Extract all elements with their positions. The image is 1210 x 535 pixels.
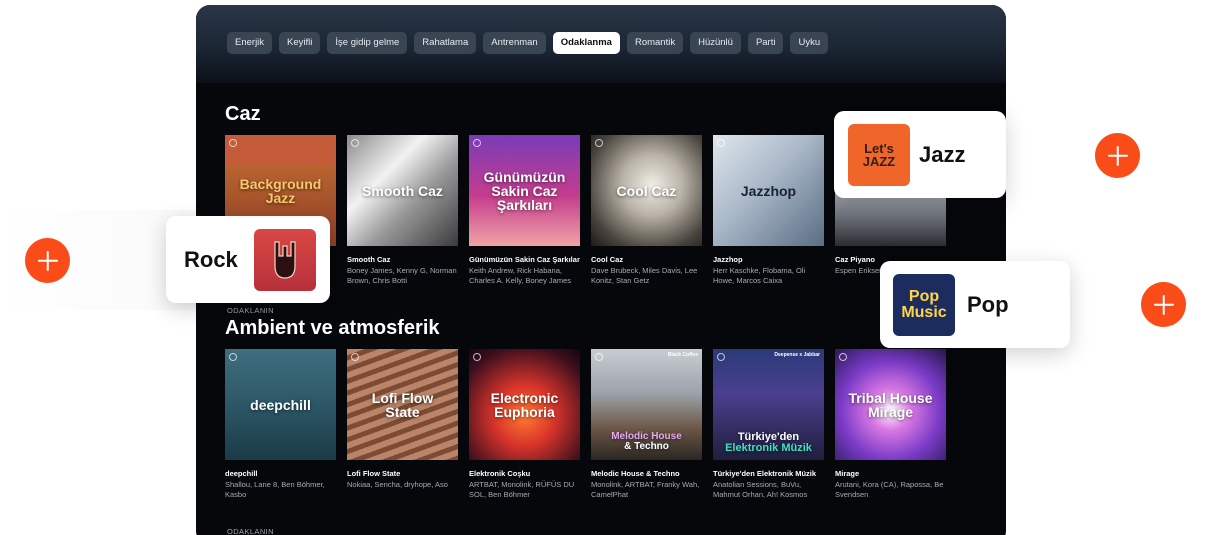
playlist-cover: Günümüzün Sakin Caz Şarkıları (469, 135, 580, 246)
cover-text: Lofi Flow State (371, 389, 434, 420)
genre-card-pop[interactable]: Pop Music Pop (880, 261, 1070, 348)
chip-keyifli[interactable]: Keyifli (279, 32, 321, 54)
cover-text: Günümüzün Sakin Caz Şarkıları (483, 168, 566, 213)
playlist-title: Smooth Caz (347, 255, 391, 264)
cover-text: Cool Caz (616, 182, 677, 199)
rock-hand-icon (274, 240, 296, 279)
playlist-cover: Tribal House Mirage (835, 349, 946, 460)
jazz-thumbnail-text: Let's JAZZ (862, 140, 896, 169)
playlist-artists: Anatolian Sessions, BuVu, Mahmut Orhan, … (713, 480, 808, 500)
playlist-title: Türkiye'den Elektronik Müzik (713, 469, 817, 478)
spotify-icon (229, 353, 237, 361)
playlist-title: Mirage (835, 469, 860, 478)
playlist-cover: Black Coffee Melodic House & Techno (591, 349, 702, 460)
playlist-cover: Jazzhop (713, 135, 824, 246)
playlist-artists: Nokiaa, Sencha, dryhope, Aso (347, 480, 448, 489)
playlist-cover: Electronic Euphoria (469, 349, 580, 460)
genre-card-rock[interactable]: Rock (166, 216, 330, 303)
add-jazz-button[interactable] (1095, 133, 1140, 178)
playlist-card[interactable]: Jazzhop Jazzhop Herr Kaschke, Flobama, O… (713, 135, 824, 286)
playlist-cover: Lofi Flow State (347, 349, 458, 460)
cover-text-line2: Elektronik Müzik (725, 442, 812, 454)
chip-odaklanma[interactable]: Odaklanma (552, 32, 620, 54)
playlist-artists: Dave Brubeck, Miles Davis, Lee Konitz, S… (591, 266, 698, 286)
playlist-artists: Herr Kaschke, Flobama, Oli Howe, Marcos … (713, 266, 806, 286)
playlist-card[interactable]: Lofi Flow State Lofi Flow State Nokiaa, … (347, 349, 458, 500)
genre-label-pop: Pop (967, 291, 1009, 317)
mood-filter-bar: Enerjik Keyifli İşe gidip gelme Rahatlam… (196, 5, 1006, 83)
cover-text: Tribal House Mirage (848, 389, 933, 420)
genre-label-rock: Rock (184, 246, 238, 272)
playlist-artists: Monolink, ARTBAT, Franky Wah, CamelPhat (591, 480, 700, 500)
playlist-title: Lofi Flow State (347, 469, 401, 478)
cover-text: Melodic House & Techno (605, 432, 688, 452)
spotify-icon (473, 353, 481, 361)
spotify-icon (229, 139, 237, 147)
playlist-card[interactable]: Smooth Caz Smooth Caz Boney James, Kenny… (347, 135, 458, 286)
jazz-thumbnail: Let's JAZZ (848, 123, 910, 186)
playlist-cover: deepchill (225, 349, 336, 460)
playlist-card[interactable]: deepchill deepchill Shallou, Lane 8, Ben… (225, 349, 336, 500)
chip-huzunlu[interactable]: Hüzünlü (690, 32, 741, 54)
cover-text: Jazzhop (740, 182, 797, 199)
add-pop-button[interactable] (1141, 282, 1186, 327)
playlist-artists: ARTBAT, Monolink, RÜFÜS DU SOL, Ben Böhm… (469, 480, 575, 500)
playlist-card[interactable]: Cool Caz Cool Caz Dave Brubeck, Miles Da… (591, 135, 702, 286)
cover-badge: Black Coffee (667, 352, 698, 358)
playlist-title: Melodic House & Techno (591, 469, 680, 478)
spotify-icon (473, 139, 481, 147)
cover-text: Electronic Euphoria (490, 389, 559, 420)
section-title-ambient: Ambient ve atmosferik (225, 317, 440, 339)
playlist-card[interactable]: Günümüzün Sakin Caz Şarkıları Günümüzün … (469, 135, 580, 286)
playlist-cover: Smooth Caz (347, 135, 458, 246)
cover-text: Background Jazz (239, 175, 322, 206)
playlist-artists: Arutani, Kora (CA), Rapossa, Be Svendsen (835, 480, 944, 500)
mood-chips: Enerjik Keyifli İşe gidip gelme Rahatlam… (227, 32, 829, 54)
playlist-card[interactable]: Electronic Euphoria Elektronik Coşku ART… (469, 349, 580, 500)
playlist-artists: Shallou, Lane 8, Ben Böhmer, Kasbo (225, 480, 325, 500)
spotify-icon (717, 139, 725, 147)
add-rock-button[interactable] (25, 238, 70, 283)
spotify-icon (351, 353, 359, 361)
chip-uyku[interactable]: Uyku (790, 32, 829, 54)
rock-thumbnail (254, 228, 316, 291)
playlist-title: Elektronik Coşku (469, 469, 531, 478)
cover-text-line2: & Techno (624, 441, 669, 452)
section-kicker-bottom: ODAKLANIN (227, 527, 274, 535)
chip-rahatlama[interactable]: Rahatlama (414, 32, 477, 54)
playlist-card[interactable]: Black Coffee Melodic House & Techno Melodi… (591, 349, 702, 500)
playlist-card[interactable]: Tribal House Mirage Mirage Arutani, Kora… (835, 349, 946, 500)
playlist-artists: Boney James, Kenny G, Norman Brown, Chri… (347, 266, 457, 286)
pop-thumbnail-text: Pop Music (901, 287, 947, 321)
spotify-icon (351, 139, 359, 147)
genre-card-jazz[interactable]: Let's JAZZ Jazz (834, 111, 1006, 198)
ambient-playlist-row: deepchill deepchill Shallou, Lane 8, Ben… (225, 349, 946, 500)
genre-label-jazz: Jazz (919, 141, 966, 167)
spotify-icon (595, 353, 603, 361)
spotify-icon (717, 353, 725, 361)
playlist-title: Cool Caz (591, 255, 624, 264)
cover-text: Smooth Caz (362, 182, 443, 199)
chip-enerjik[interactable]: Enerjik (227, 32, 273, 54)
playlist-title: deepchill (225, 469, 258, 478)
playlist-artists: Keith Andrew, Rick Habana, Charles A. Ke… (469, 266, 571, 286)
chip-ise-gidip-gelme[interactable]: İşe gidip gelme (327, 32, 408, 54)
pop-thumbnail: Pop Music (893, 273, 955, 336)
section-kicker: ODAKLANIN (227, 306, 274, 315)
chip-romantik[interactable]: Romantik (626, 32, 684, 54)
section-title-caz: Caz (225, 103, 261, 125)
spotify-icon (839, 353, 847, 361)
chip-parti[interactable]: Parti (747, 32, 784, 54)
playlist-title: Günümüzün Sakin Caz Şarkıları (469, 255, 580, 264)
playlist-cover: Deepense x Jabbar Türkiye'den Elektronik M… (713, 349, 824, 460)
playlist-card[interactable]: Deepense x Jabbar Türkiye'den Elektronik M… (713, 349, 824, 500)
cover-text: Türkiye'den Elektronik Müzik (719, 432, 818, 454)
spotify-icon (595, 139, 603, 147)
cover-badge: Deepense x Jabbar (774, 352, 820, 358)
playlist-cover: Cool Caz (591, 135, 702, 246)
cover-text: deepchill (250, 396, 311, 413)
playlist-title: Jazzhop (713, 255, 743, 264)
chip-antrenman[interactable]: Antrenman (483, 32, 546, 54)
